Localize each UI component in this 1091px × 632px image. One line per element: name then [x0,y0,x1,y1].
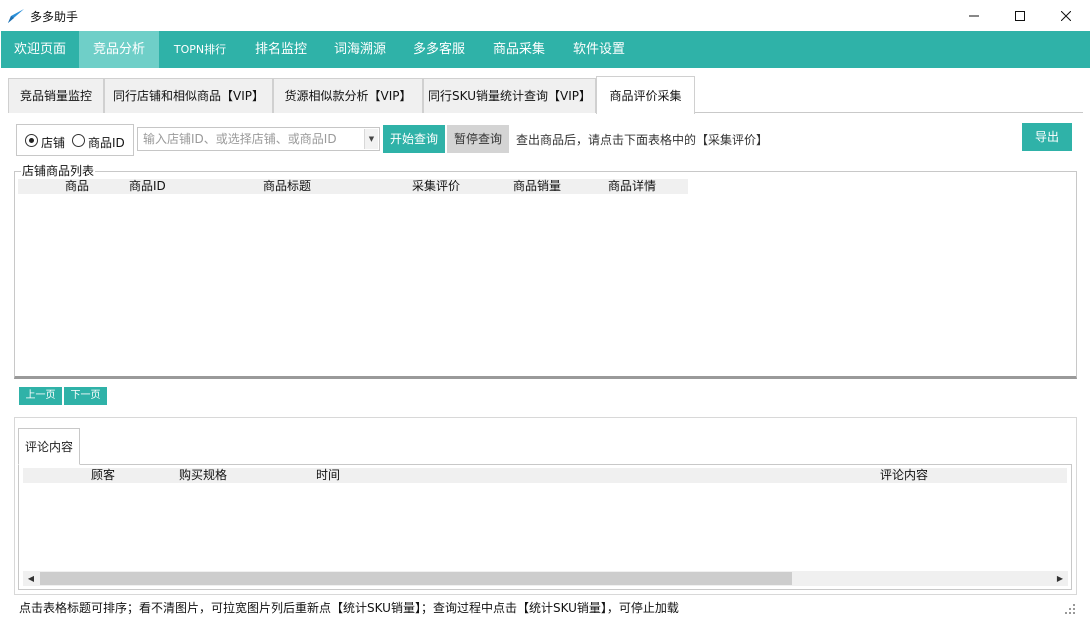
scroll-left-icon[interactable]: ◀ [23,571,39,586]
menu-competitor-analysis[interactable]: 竞品分析 [79,31,159,68]
close-icon [1061,10,1071,21]
menu-customer-service[interactable]: 多多客服 [399,31,479,68]
product-list-panel [14,171,1077,379]
column-header-review-content[interactable]: 评论内容 [880,468,928,483]
mode-product-label: 商品ID [88,136,125,150]
menu-keyword-trace[interactable]: 词海溯源 [321,31,399,68]
product-list-title: 店铺商品列表 [21,162,96,179]
column-header-product[interactable]: 商品 [65,179,89,194]
tab-peer-shops[interactable]: 同行店铺和相似商品【VIP】 [104,78,273,113]
column-header-time[interactable]: 时间 [316,468,340,483]
maximize-button[interactable] [997,0,1043,31]
maximize-icon [1015,10,1025,21]
minimize-icon [969,15,979,16]
export-button[interactable]: 导出 [1022,123,1072,151]
start-query-button[interactable]: 开始查询 [383,125,445,153]
menu-welcome[interactable]: 欢迎页面 [1,31,79,68]
next-page-button[interactable]: 下一页 [64,387,107,405]
column-header-customer[interactable]: 顾客 [91,468,115,483]
shop-search-combo: ▼ [137,127,380,151]
resize-grip-icon[interactable] [1065,604,1075,614]
dropdown-button[interactable]: ▼ [364,129,378,149]
tab-sales-monitor[interactable]: 竞品销量监控 [8,78,104,113]
product-table-header: 商品 商品ID 商品标题 采集评价 商品销量 商品详情 [18,179,688,194]
mode-shop-radio[interactable] [25,134,38,147]
horizontal-scrollbar[interactable]: ◀ ▶ [23,571,1068,586]
column-header-product-id[interactable]: 商品ID [129,179,166,194]
close-button[interactable] [1043,0,1089,31]
status-bar: 点击表格标题可排序；看不清图片，可拉宽图片列后重新点【统计SKU销量】；查询过程… [14,597,1077,616]
column-header-title[interactable]: 商品标题 [263,179,311,194]
review-table-header: 顾客 购买规格 时间 评论内容 [23,468,1067,483]
menu-settings[interactable]: 软件设置 [559,31,639,68]
column-header-collect-reviews[interactable]: 采集评价 [412,179,460,194]
column-header-spec[interactable]: 购买规格 [179,468,227,483]
tab-sku-sales[interactable]: 同行SKU销量统计查询【VIP】 [423,78,596,113]
menu-topn-ranking[interactable]: TOPN排行 [159,31,241,68]
search-mode-group: 店铺 商品ID [16,124,134,156]
mode-product-radio[interactable] [72,134,85,147]
column-header-detail[interactable]: 商品详情 [608,179,656,194]
menu-rank-monitor[interactable]: 排名监控 [241,31,321,68]
tab-review-collect[interactable]: 商品评价采集 [596,76,695,114]
scrollbar-thumb[interactable] [40,572,792,585]
tab-review-content[interactable]: 评论内容 [18,428,80,465]
query-hint: 查出商品后，请点击下面表格中的【采集评价】 [516,133,769,147]
app-logo-icon [8,9,24,23]
pause-query-button[interactable]: 暂停查询 [447,125,509,153]
status-text: 点击表格标题可排序；看不清图片，可拉宽图片列后重新点【统计SKU销量】；查询过程… [19,601,679,615]
tab-source-similar[interactable]: 货源相似款分析【VIP】 [273,78,423,113]
prev-page-button[interactable]: 上一页 [19,387,62,405]
analysis-tabs: 竞品销量监控 同行店铺和相似商品【VIP】 货源相似款分析【VIP】 同行SKU… [8,76,1083,114]
main-menu: 欢迎页面 竞品分析 TOPN排行 排名监控 词海溯源 多多客服 商品采集 软件设… [1,31,1090,68]
title-bar: 多多助手 [0,0,1091,31]
shop-search-input[interactable] [138,128,362,150]
chevron-down-icon: ▼ [368,135,375,143]
window-title: 多多助手 [30,10,79,24]
column-header-sales[interactable]: 商品销量 [513,179,561,194]
menu-product-collect[interactable]: 商品采集 [479,31,559,68]
mode-shop-label: 店铺 [41,136,66,150]
minimize-button[interactable] [951,0,997,31]
scroll-right-icon[interactable]: ▶ [1052,571,1068,586]
